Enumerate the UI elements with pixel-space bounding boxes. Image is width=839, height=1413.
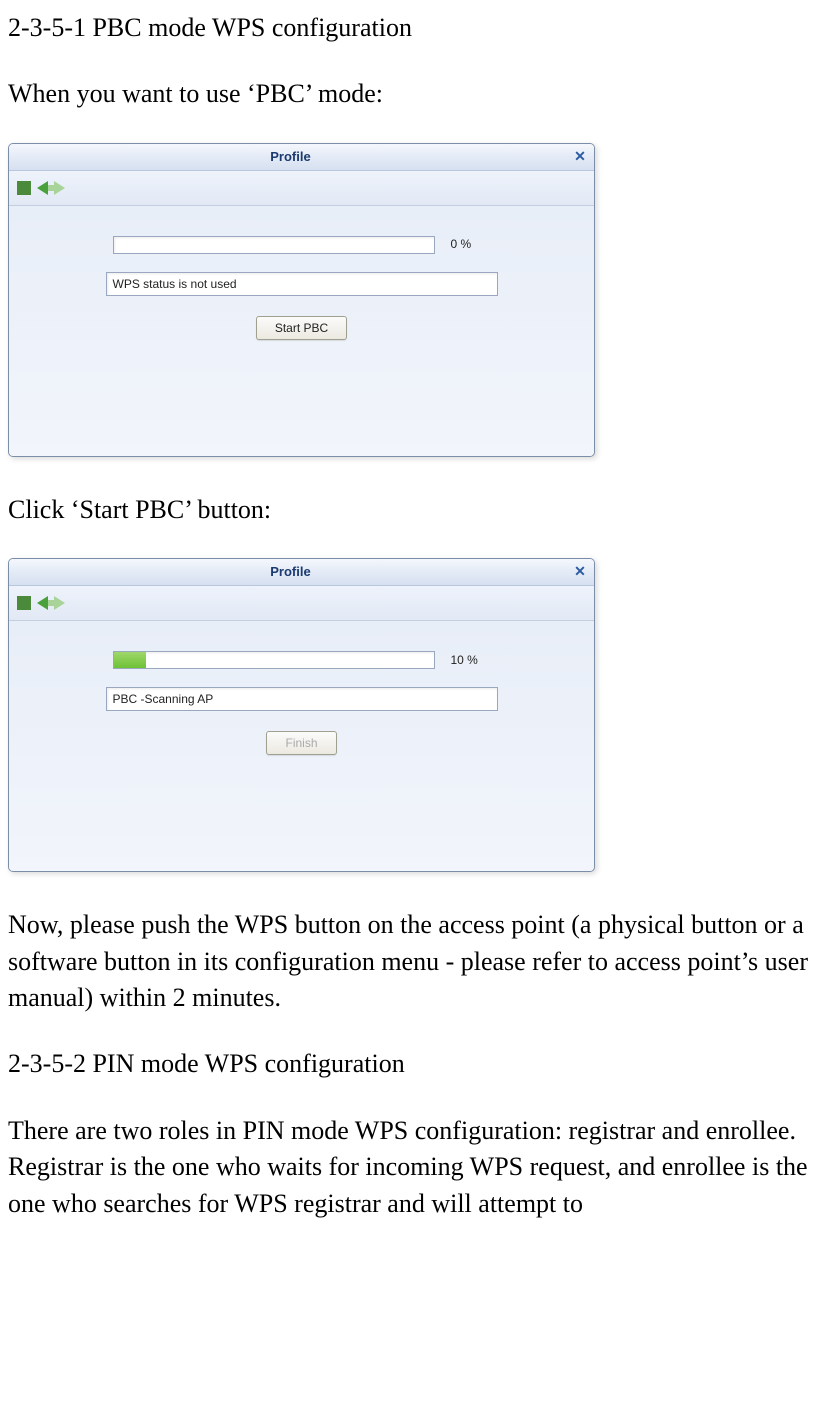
- close-icon[interactable]: ✕: [572, 564, 588, 580]
- finish-button[interactable]: Finish: [266, 731, 336, 755]
- profile-dialog-1: Profile ✕ 0 % WPS status is not used Sta…: [8, 143, 595, 457]
- wps-status-field: PBC -Scanning AP: [106, 687, 498, 711]
- progress-percent-label: 10 %: [451, 652, 491, 669]
- back-arrow-icon[interactable]: [37, 181, 48, 195]
- progress-row: 10 %: [29, 651, 574, 669]
- section-heading-2: 2-3-5-2 PIN mode WPS configuration: [8, 1046, 831, 1082]
- window-title: Profile: [9, 148, 572, 166]
- dialog-content: 0 % WPS status is not used Start PBC: [9, 206, 594, 456]
- stop-icon[interactable]: [17, 181, 31, 195]
- progress-bar: [113, 236, 435, 254]
- stop-icon[interactable]: [17, 596, 31, 610]
- dialog-content: 10 % PBC -Scanning AP Finish: [9, 621, 594, 871]
- section-heading-1: 2-3-5-1 PBC mode WPS configuration: [8, 10, 831, 46]
- back-arrow-icon[interactable]: [37, 596, 48, 610]
- progress-fill: [114, 652, 146, 668]
- progress-row: 0 %: [29, 236, 574, 254]
- profile-dialog-2: Profile ✕ 10 % PBC -Scanning AP Finish: [8, 558, 595, 872]
- close-icon[interactable]: ✕: [572, 149, 588, 165]
- window-title: Profile: [9, 563, 572, 581]
- section-body-2: There are two roles in PIN mode WPS conf…: [8, 1113, 831, 1222]
- titlebar: Profile ✕: [9, 144, 594, 171]
- mid-instruction: Click ‘Start PBC’ button:: [8, 492, 831, 528]
- progress-bar: [113, 651, 435, 669]
- start-pbc-button[interactable]: Start PBC: [256, 316, 347, 340]
- nav-toolbar: [9, 171, 594, 206]
- progress-percent-label: 0 %: [451, 236, 491, 253]
- forward-arrow-icon[interactable]: [54, 596, 65, 610]
- forward-arrow-icon[interactable]: [54, 181, 65, 195]
- wps-status-field: WPS status is not used: [106, 272, 498, 296]
- after-instruction: Now, please push the WPS button on the a…: [8, 907, 831, 1016]
- section-intro-1: When you want to use ‘PBC’ mode:: [8, 76, 831, 112]
- titlebar: Profile ✕: [9, 559, 594, 586]
- nav-toolbar: [9, 586, 594, 621]
